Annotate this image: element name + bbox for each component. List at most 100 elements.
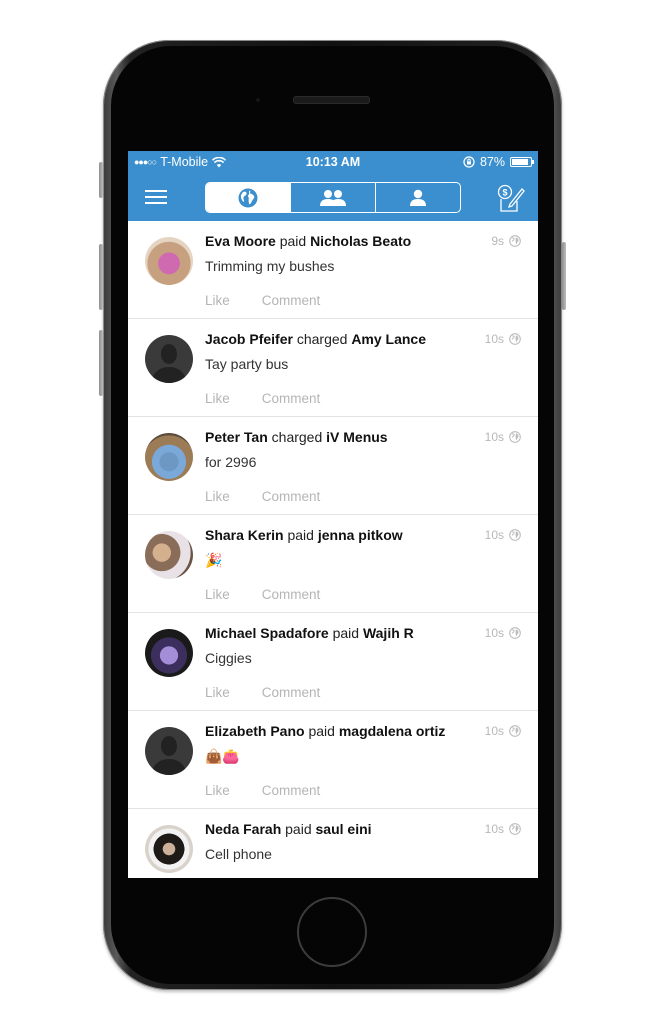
target-name[interactable]: Amy Lance [351,331,426,347]
actor-name[interactable]: Michael Spadafore [205,625,329,641]
public-globe-icon [509,333,521,345]
payment-note: Tay party bus [205,356,289,372]
avatar[interactable] [145,531,193,579]
action-verb: paid [285,821,312,837]
avatar[interactable] [145,629,193,677]
avatar[interactable] [145,825,193,873]
feed-story[interactable]: Neda Farah paid saul eini 10s Cell phone… [128,809,538,878]
story-headline: Shara Kerin paid jenna pitkow [205,527,403,543]
like-button[interactable]: Like [205,391,230,406]
volume-down-button [99,330,103,396]
tab-me[interactable] [375,183,460,212]
action-verb: charged [271,429,323,445]
feed-story[interactable]: Peter Tan charged iV Menus 10s for 2996 … [128,417,538,515]
comment-button[interactable]: Comment [262,391,321,406]
svg-text:$: $ [502,188,507,198]
battery-level [512,159,528,165]
actor-name[interactable]: Elizabeth Pano [205,723,305,739]
default-avatar-silhouette-icon [151,344,187,383]
target-name[interactable]: magdalena ortiz [339,723,446,739]
volume-up-button [99,244,103,310]
action-verb: paid [279,233,307,249]
story-actions: Like Comment [205,391,320,406]
actor-name[interactable]: Neda Farah [205,821,281,837]
target-name[interactable]: jenna pitkow [318,527,403,543]
like-button[interactable]: Like [205,783,230,798]
power-button [562,242,566,310]
nav-bar: $ [128,173,538,221]
battery-icon [510,157,534,167]
feed-story[interactable]: Shara Kerin paid jenna pitkow 10s 🎉 Like… [128,515,538,613]
feed-story[interactable]: Elizabeth Pano paid magdalena ortiz 10s … [128,711,538,809]
public-globe-icon [509,431,521,443]
pay-or-charge-compose-icon[interactable]: $ [496,183,526,213]
avatar[interactable] [145,727,193,775]
actor-name[interactable]: Peter Tan [205,429,268,445]
comment-button[interactable]: Comment [262,489,321,504]
tab-friends[interactable] [290,183,375,212]
tab-public[interactable] [206,183,290,212]
feed-tabs [205,182,461,213]
payment-note: for 2996 [205,454,257,470]
story-headline: Jacob Pfeifer charged Amy Lance [205,331,426,347]
feed-story[interactable]: Michael Spadafore paid Wajih R 10s Ciggi… [128,613,538,711]
target-name[interactable]: Wajih R [363,625,414,641]
two-people-icon [320,189,346,206]
story-actions: Like Comment [205,783,320,798]
person-icon [410,189,426,206]
like-button[interactable]: Like [205,587,230,602]
hamburger-menu-icon[interactable] [145,189,167,205]
avatar[interactable] [145,433,193,481]
avatar[interactable] [145,335,193,383]
feed-story[interactable]: Eva Moore paid Nicholas Beato 9s Trimmin… [128,221,538,319]
earpiece-speaker [293,96,370,104]
public-globe-icon [509,627,521,639]
actor-name[interactable]: Shara Kerin [205,527,284,543]
feed-story[interactable]: Jacob Pfeifer charged Amy Lance 10s Tay … [128,319,538,417]
timestamp: 10s [484,822,504,836]
story-headline: Neda Farah paid saul eini [205,821,372,837]
front-camera [256,98,260,102]
action-verb: paid [287,527,314,543]
battery-percent: 87% [479,155,505,169]
like-button[interactable]: Like [205,685,230,700]
action-verb: charged [296,331,348,347]
payment-note: Trimming my bushes [205,258,335,274]
story-actions: Like Comment [205,685,320,700]
public-globe-icon [509,529,521,541]
rotation-lock-icon [463,156,475,168]
action-verb: paid [308,723,335,739]
timestamp: 10s [484,332,504,346]
story-headline: Michael Spadafore paid Wajih R [205,625,414,641]
comment-button[interactable]: Comment [262,587,321,602]
like-button[interactable]: Like [205,489,230,504]
public-globe-icon [509,823,521,835]
payment-note: Ciggies [205,650,252,666]
action-verb: paid [332,625,360,641]
comment-button[interactable]: Comment [262,783,321,798]
target-name[interactable]: iV Menus [326,429,387,445]
story-headline: Eva Moore paid Nicholas Beato [205,233,411,249]
default-avatar-silhouette-icon [151,736,187,775]
avatar[interactable] [145,237,193,285]
status-bar: ●●●○○ T-Mobile 10:13 AM 87% [128,151,538,173]
public-globe-icon [509,725,521,737]
target-name[interactable]: Nicholas Beato [310,233,411,249]
comment-button[interactable]: Comment [262,685,321,700]
payment-note: 🎉 [205,552,223,568]
like-button[interactable]: Like [205,293,230,308]
story-actions: Like Comment [205,293,320,308]
globe-icon [238,188,258,207]
comment-button[interactable]: Comment [262,293,321,308]
actor-name[interactable]: Eva Moore [205,233,276,249]
target-name[interactable]: saul eini [316,821,372,837]
activity-feed: Eva Moore paid Nicholas Beato 9s Trimmin… [128,221,538,878]
public-globe-icon [509,235,521,247]
actor-name[interactable]: Jacob Pfeifer [205,331,293,347]
payment-note: Cell phone [205,846,272,862]
story-headline: Peter Tan charged iV Menus [205,429,388,445]
story-headline: Elizabeth Pano paid magdalena ortiz [205,723,445,739]
home-button[interactable] [297,897,367,967]
app-screen: ●●●○○ T-Mobile 10:13 AM 87% $ Eva Moore … [128,151,538,878]
timestamp: 10s [484,430,504,444]
